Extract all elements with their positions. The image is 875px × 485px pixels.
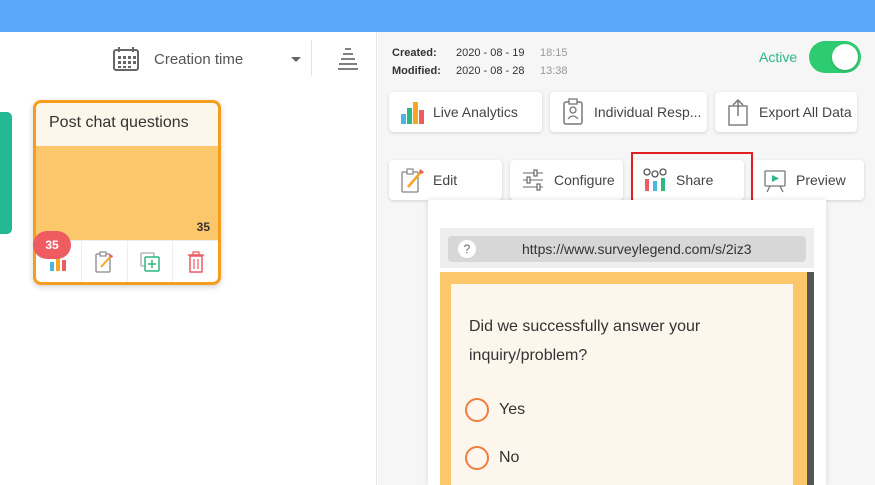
preview-browser-bar: ? https://www.surveylegend.com/s/2iz3: [440, 228, 814, 268]
question-text: Did we successfully answer your inquiry/…: [469, 318, 701, 364]
response-count: 35: [196, 220, 210, 234]
sort-order-icon[interactable]: [337, 46, 359, 72]
created-date: 2020 - 08 - 19: [456, 47, 525, 59]
survey-meta: Created: 2020 - 08 - 19 18:15 Modified: …: [392, 44, 568, 80]
modified-label: Modified:: [392, 65, 441, 77]
individual-responses-label: Individual Resp...: [594, 104, 702, 120]
bar-chart-icon: [401, 102, 424, 124]
status-label: Active: [759, 49, 798, 65]
toggle-knob: [832, 44, 858, 70]
modified-time: 13:38: [540, 65, 568, 77]
clipboard-person-icon: [563, 98, 583, 125]
sort-label: Creation time: [154, 50, 244, 68]
new-responses-badge: 35: [33, 231, 71, 259]
export-all-data-label: Export All Data: [759, 104, 852, 120]
option-label: No: [499, 449, 520, 466]
individual-responses-button[interactable]: Individual Resp...: [550, 92, 707, 132]
radio-button[interactable]: [465, 398, 489, 422]
calendar-icon: [113, 47, 139, 71]
card-edit-button[interactable]: [82, 241, 128, 282]
side-folder-tab[interactable]: [0, 112, 12, 234]
scrollbar[interactable]: [807, 272, 814, 485]
preview-label: Preview: [796, 172, 846, 188]
top-bar: [0, 0, 875, 32]
option-no[interactable]: No: [465, 446, 519, 470]
sort-dropdown[interactable]: Creation time: [112, 46, 302, 72]
edit-icon: [401, 168, 424, 193]
card-duplicate-button[interactable]: [128, 241, 174, 282]
configure-label: Configure: [554, 172, 615, 188]
preview-button[interactable]: Preview: [752, 160, 864, 200]
created-label: Created:: [392, 47, 437, 59]
help-icon[interactable]: ?: [458, 240, 476, 258]
preview-screen-icon: [764, 170, 786, 193]
survey-card[interactable]: Post chat questions 35 35: [33, 100, 221, 285]
live-analytics-label: Live Analytics: [433, 104, 518, 120]
export-all-data-button[interactable]: Export All Data: [715, 92, 857, 132]
divider: [311, 40, 312, 76]
created-time: 18:15: [540, 47, 568, 59]
sliders-icon: [523, 169, 543, 191]
survey-card-title: Post chat questions: [36, 103, 218, 146]
edit-label: Edit: [433, 172, 458, 188]
option-yes[interactable]: Yes: [465, 398, 525, 422]
survey-card-thumbnail: 35: [36, 146, 218, 240]
duplicate-icon: [140, 251, 160, 272]
card-delete-button[interactable]: [173, 241, 218, 282]
survey-url[interactable]: https://www.surveylegend.com/s/2iz3: [522, 241, 752, 257]
edit-icon: [95, 250, 114, 273]
export-icon: [728, 98, 748, 126]
live-analytics-button[interactable]: Live Analytics: [389, 92, 542, 132]
survey-preview: ? https://www.surveylegend.com/s/2iz3 Di…: [428, 200, 826, 485]
url-bar[interactable]: ? https://www.surveylegend.com/s/2iz3: [448, 236, 806, 262]
modified-date: 2020 - 08 - 28: [456, 65, 525, 77]
trash-icon: [187, 250, 204, 273]
configure-button[interactable]: Configure: [510, 160, 623, 200]
chevron-down-icon: [291, 56, 302, 62]
radio-button[interactable]: [465, 446, 489, 470]
question-card: Did we successfully answer your inquiry/…: [451, 284, 793, 485]
edit-button[interactable]: Edit: [389, 160, 502, 200]
survey-list-pane: Creation time Post chat questions 35 35: [0, 32, 377, 485]
option-label: Yes: [499, 401, 526, 418]
active-toggle[interactable]: [809, 41, 861, 73]
survey-background: Did we successfully answer your inquiry/…: [440, 272, 814, 485]
